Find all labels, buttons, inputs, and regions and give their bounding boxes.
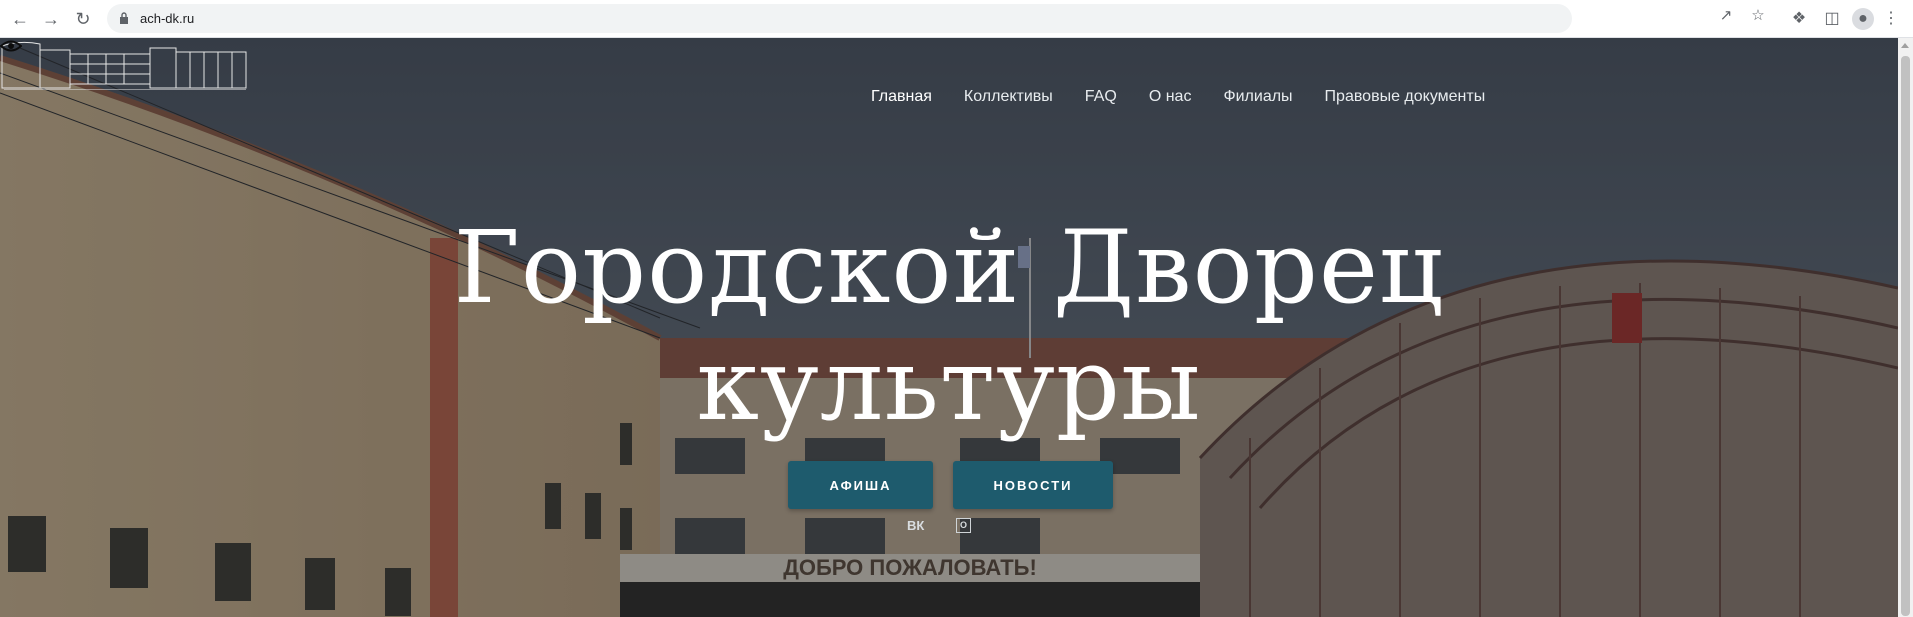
reload-icon[interactable]: ↻ xyxy=(71,7,95,31)
address-bar[interactable]: ach-dk.ru xyxy=(107,4,1572,33)
forward-icon[interactable]: → xyxy=(39,7,63,31)
nav-legal-docs[interactable]: Правовые документы xyxy=(1325,88,1486,106)
scrollbar-thumb[interactable] xyxy=(1901,56,1910,616)
hero-section: ДОБРО ПОЖАЛОВАТЬ! Главная Коллективы FAQ… xyxy=(0,38,1898,617)
profile-avatar-icon[interactable]: ● xyxy=(1852,8,1874,30)
page-scrollbar[interactable] xyxy=(1898,38,1913,617)
side-panel-icon[interactable]: ◫ xyxy=(1821,8,1843,30)
vk-icon[interactable]: ВК xyxy=(907,518,924,533)
nav-home[interactable]: Главная xyxy=(871,88,932,106)
browser-toolbar: ← → ↻ ach-dk.ru ↗ ☆ ❖ ◫ ● ⋮ xyxy=(0,0,1913,38)
afisha-button[interactable]: АФИША xyxy=(788,461,933,509)
scroll-up-arrow-icon[interactable] xyxy=(1901,43,1909,48)
page-viewport: ДОБРО ПОЖАЛОВАТЬ! Главная Коллективы FAQ… xyxy=(0,38,1898,617)
news-button[interactable]: НОВОСТИ xyxy=(953,461,1113,509)
eye-icon[interactable] xyxy=(0,38,22,54)
share-icon[interactable]: ↗ xyxy=(1717,7,1735,25)
odnoklassniki-icon[interactable]: О xyxy=(956,518,971,533)
lock-icon xyxy=(120,12,128,24)
menu-kebab-icon[interactable]: ⋮ xyxy=(1880,8,1902,30)
site-logo[interactable] xyxy=(0,38,250,90)
nav-about[interactable]: О нас xyxy=(1149,88,1192,106)
extensions-icon[interactable]: ❖ xyxy=(1788,8,1810,30)
hero-title-line1: Городской Дворец xyxy=(453,209,1445,326)
nav-branches[interactable]: Филиалы xyxy=(1223,88,1292,106)
url-text: ach-dk.ru xyxy=(140,11,195,26)
hero-title-line2: культуры xyxy=(696,326,1202,443)
back-icon[interactable]: ← xyxy=(8,7,32,31)
bookmark-star-icon[interactable]: ☆ xyxy=(1749,7,1767,25)
main-navigation: Главная Коллективы FAQ О нас Филиалы Пра… xyxy=(871,88,1517,106)
nav-faq[interactable]: FAQ xyxy=(1085,88,1117,106)
nav-collectives[interactable]: Коллективы xyxy=(964,88,1053,106)
